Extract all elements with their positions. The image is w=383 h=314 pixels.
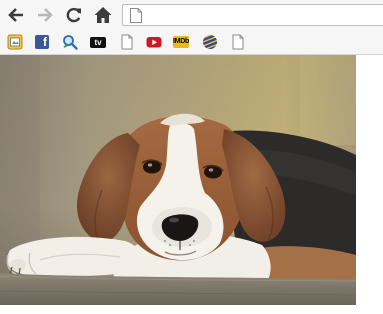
bookmark-search[interactable] — [62, 34, 78, 50]
bookmark-striped[interactable] — [202, 34, 218, 50]
page-content — [0, 55, 383, 314]
bookmark-imdb[interactable]: IMDb — [173, 34, 189, 50]
bookmark-page-2[interactable] — [230, 34, 246, 50]
page-icon — [121, 34, 133, 50]
bookmark-tv[interactable]: tv — [90, 34, 106, 50]
address-input[interactable] — [149, 7, 379, 23]
facebook-icon: f — [35, 35, 49, 49]
bookmarks-bar: f tv IMDb — [0, 30, 383, 55]
striped-ball-icon — [203, 35, 217, 49]
back-button[interactable] — [5, 4, 27, 26]
browser-toolbar — [0, 0, 383, 30]
imdb-icon: IMDb — [173, 36, 189, 48]
reload-button[interactable] — [63, 4, 85, 26]
beagle-puppy-photo — [0, 55, 356, 305]
forward-arrow-icon — [38, 8, 53, 22]
scan-icon — [7, 34, 23, 50]
tv-icon: tv — [90, 36, 106, 48]
search-magnifier-icon — [63, 35, 78, 50]
page-icon — [232, 34, 244, 50]
bookmark-page[interactable] — [119, 34, 135, 50]
bookmark-youtube[interactable] — [146, 34, 162, 50]
bookmark-scan[interactable] — [7, 34, 23, 50]
youtube-icon — [146, 37, 162, 48]
page-icon — [130, 8, 142, 23]
reload-icon — [66, 7, 81, 23]
home-icon — [94, 7, 112, 23]
forward-button[interactable] — [34, 4, 56, 26]
browser-window: f tv IMDb — [0, 0, 383, 314]
back-arrow-icon — [8, 8, 23, 22]
home-button[interactable] — [92, 4, 114, 26]
address-bar[interactable] — [122, 4, 383, 26]
bookmark-facebook[interactable]: f — [34, 34, 50, 50]
